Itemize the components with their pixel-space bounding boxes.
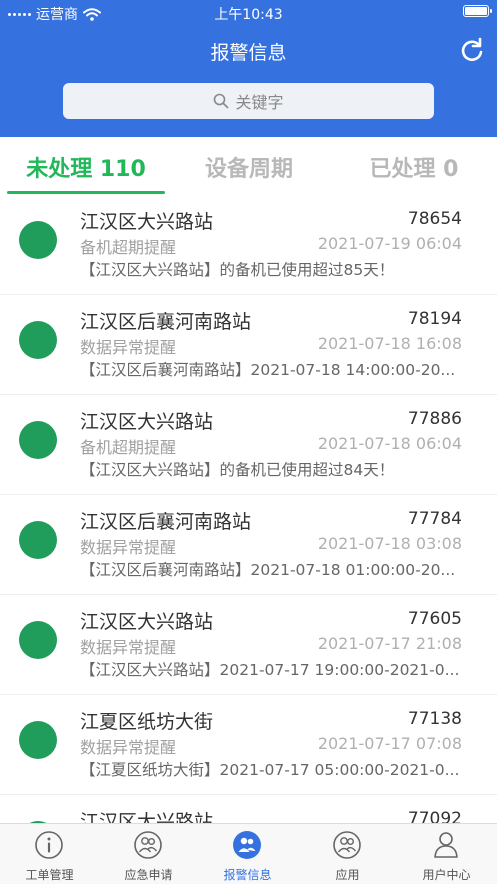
refresh-icon[interactable]	[459, 37, 485, 63]
alarm-description: 【江夏区纸坊大街】2021-07-17 05:00:00-2021-0...	[80, 761, 460, 779]
alarm-id: 77605	[407, 609, 462, 629]
alarm-id: 77138	[407, 709, 462, 729]
alarm-description: 【江汉区后襄河南路站】2021-07-18 14:00:00-20...	[80, 361, 456, 379]
alarm-id: 77092	[407, 809, 462, 823]
tabbar-label: 用户中心	[422, 868, 471, 882]
alarm-item[interactable]: 江汉区大兴路站 78654 备机超期提醒 2021-07-19 06:04 【江…	[0, 195, 497, 295]
alarm-date: 2021-07-19 06:04	[317, 234, 462, 253]
tabbar-item-apps[interactable]: 应用	[298, 824, 397, 884]
tabbar-label: 应用	[335, 868, 360, 882]
tabbar-item-alarms[interactable]: 报警信息	[198, 824, 297, 884]
alarm-type: 数据异常提醒	[80, 538, 177, 557]
clock: 上午10:43	[214, 7, 283, 23]
station-name: 江汉区大兴路站	[80, 211, 214, 233]
users-circle-icon	[134, 831, 162, 859]
status-dot	[19, 521, 57, 559]
alarm-id: 78654	[407, 209, 462, 229]
alarm-description: 【江汉区大兴路站】的备机已使用超过85天！	[80, 261, 395, 279]
alarm-type: 数据异常提醒	[80, 738, 177, 757]
status-dot	[19, 321, 57, 359]
tabbar-item-emergency[interactable]: 应急申请	[99, 824, 198, 884]
station-name: 江汉区后襄河南路站	[80, 311, 252, 333]
battery-icon	[463, 5, 492, 17]
alarm-list[interactable]: 江汉区大兴路站 78654 备机超期提醒 2021-07-19 06:04 【江…	[0, 195, 497, 823]
tab-unprocessed[interactable]: 未处理 110	[7, 151, 165, 183]
tab-bar-top: 未处理 110 设备周期 已处理 0	[0, 137, 497, 195]
alarm-type: 备机超期提醒	[80, 238, 177, 257]
tabbar-item-user-center[interactable]: 用户中心	[397, 824, 496, 884]
alarm-description: 【江汉区后襄河南路站】2021-07-18 01:00:00-20...	[80, 561, 456, 579]
station-name: 江夏区纸坊大街	[80, 711, 214, 733]
tabbar-label: 工单管理	[25, 868, 74, 882]
alarm-item[interactable]: 江汉区大兴路站 77886 备机超期提醒 2021-07-18 06:04 【江…	[0, 395, 497, 495]
alarm-id: 77784	[407, 509, 462, 529]
alarm-item[interactable]: 江汉区大兴路站 77605 数据异常提醒 2021-07-17 21:08 【江…	[0, 595, 497, 695]
alarm-id: 78194	[407, 309, 462, 329]
status-bar: 运营商 上午10:43	[0, 0, 497, 26]
alarm-id: 77886	[407, 409, 462, 429]
search-input[interactable]: 关键字	[63, 83, 434, 119]
status-dot	[19, 221, 57, 259]
user-icon	[434, 832, 458, 858]
alarm-item[interactable]: 江夏区纸坊大街 77138 数据异常提醒 2021-07-17 07:08 【江…	[0, 695, 497, 795]
station-name: 江汉区大兴路站	[80, 811, 214, 823]
active-tab-indicator	[7, 191, 165, 194]
alarm-date: 2021-07-18 06:04	[317, 434, 462, 453]
tabbar-label: 应急申请	[124, 868, 173, 882]
alarm-description: 【江汉区大兴路站】的备机已使用超过84天！	[80, 461, 395, 479]
alarm-date: 2021-07-18 16:08	[317, 334, 462, 353]
tab-processed[interactable]: 已处理 0	[335, 151, 493, 183]
search-placeholder: 关键字	[235, 93, 284, 112]
station-name: 江汉区后襄河南路站	[80, 511, 252, 533]
station-name: 江汉区大兴路站	[80, 411, 214, 433]
alarm-description: 【江汉区大兴路站】2021-07-17 19:00:00-2021-0...	[80, 661, 460, 679]
alarm-type: 备机超期提醒	[80, 438, 177, 457]
alarm-item[interactable]: 江汉区后襄河南路站 78194 数据异常提醒 2021-07-18 16:08 …	[0, 295, 497, 395]
status-dot	[19, 421, 57, 459]
bottom-tab-bar: 工单管理 应急申请 报警信息 应用 用户中心	[0, 823, 497, 884]
tab-device-cycle[interactable]: 设备周期	[170, 151, 328, 183]
station-name: 江汉区大兴路站	[80, 611, 214, 633]
alarm-type: 数据异常提醒	[80, 638, 177, 657]
alarm-item[interactable]: 江汉区后襄河南路站 77784 数据异常提醒 2021-07-18 03:08 …	[0, 495, 497, 595]
header: 运营商 上午10:43 报警信息 关键字	[0, 0, 497, 137]
users-circle-icon	[333, 831, 361, 859]
users-circle-icon	[233, 831, 261, 859]
alarm-item[interactable]: 江汉区大兴路站 77092	[0, 795, 497, 823]
alarm-date: 2021-07-17 07:08	[317, 734, 462, 753]
tabbar-item-work-orders[interactable]: 工单管理	[0, 824, 99, 884]
info-circle-icon	[35, 831, 63, 859]
alarm-date: 2021-07-18 03:08	[317, 534, 462, 553]
tabbar-label: 报警信息	[223, 868, 272, 882]
alarm-type: 数据异常提醒	[80, 338, 177, 357]
status-dot	[19, 621, 57, 659]
alarm-date: 2021-07-17 21:08	[317, 634, 462, 653]
search-icon	[214, 93, 229, 109]
page-title: 报警信息	[210, 42, 287, 64]
status-dot	[19, 721, 57, 759]
